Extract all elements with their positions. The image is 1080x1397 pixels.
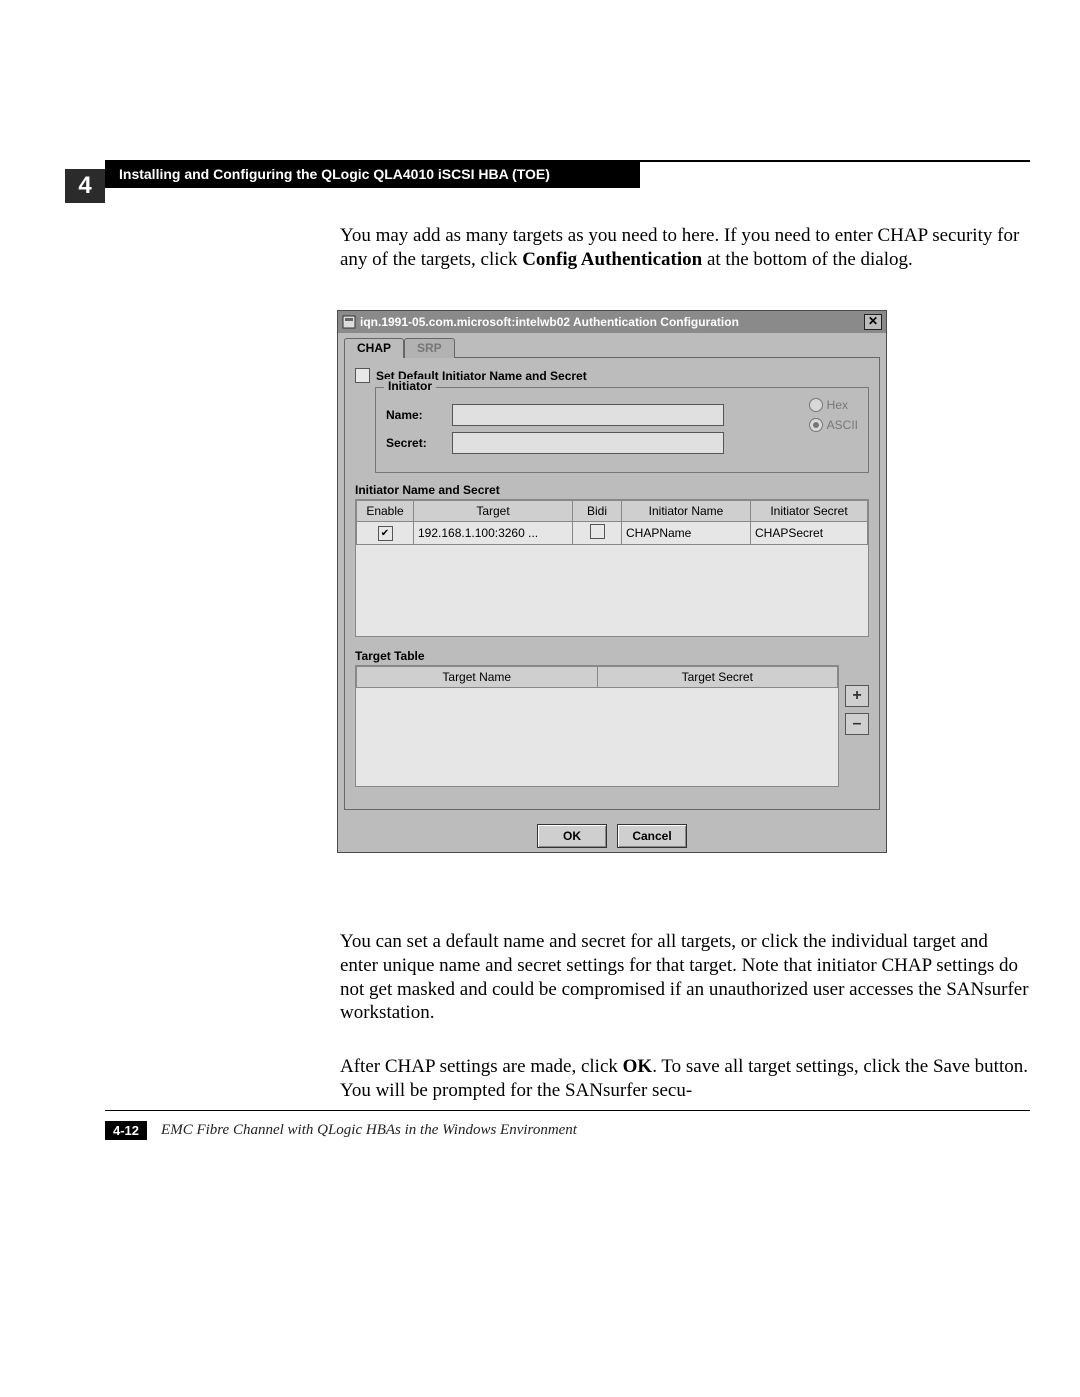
table-row[interactable]: ✔ 192.168.1.100:3260 ... CHAPName CHAPSe… bbox=[357, 522, 868, 545]
col-bidi[interactable]: Bidi bbox=[573, 501, 622, 522]
target-table-title: Target Table bbox=[355, 649, 869, 663]
row-enable-checkbox[interactable]: ✔ bbox=[378, 526, 393, 541]
app-icon bbox=[342, 315, 356, 329]
paragraph-1: You may add as many targets as you need … bbox=[340, 224, 1030, 272]
para1-b: Config Authentication bbox=[522, 249, 702, 270]
initiator-secret-input[interactable] bbox=[452, 432, 724, 454]
remove-target-button[interactable]: – bbox=[845, 713, 869, 735]
initiator-table-title: Initiator Name and Secret bbox=[355, 483, 869, 497]
page-number: 4-12 bbox=[105, 1121, 147, 1140]
encoding-radios: Hex ASCII bbox=[809, 398, 858, 460]
auth-config-dialog: iqn.1991-05.com.microsoft:intelwb02 Auth… bbox=[337, 310, 887, 853]
col-target[interactable]: Target bbox=[414, 501, 573, 522]
tab-bar: CHAP SRP bbox=[338, 333, 886, 357]
paragraph-3: After CHAP settings are made, click OK. … bbox=[340, 1055, 1030, 1103]
chapter-number: 4 bbox=[65, 169, 105, 203]
hex-label: Hex bbox=[827, 398, 848, 412]
row-bidi-checkbox[interactable] bbox=[590, 524, 605, 539]
target-table[interactable]: Target Name Target Secret bbox=[355, 665, 839, 787]
plus-icon: + bbox=[852, 687, 861, 705]
book-title: EMC Fibre Channel with QLogic HBAs in th… bbox=[161, 1122, 577, 1139]
initiator-groupbox: Initiator Name: Secret: bbox=[375, 387, 869, 473]
section-heading: Installing and Configuring the QLogic QL… bbox=[105, 160, 640, 188]
col-target-name[interactable]: Target Name bbox=[357, 667, 598, 688]
dialog-titlebar[interactable]: iqn.1991-05.com.microsoft:intelwb02 Auth… bbox=[338, 311, 886, 333]
ascii-radio[interactable] bbox=[809, 418, 823, 432]
default-initiator-checkbox[interactable] bbox=[355, 368, 370, 383]
cancel-button[interactable]: Cancel bbox=[617, 824, 687, 848]
dialog-title: iqn.1991-05.com.microsoft:intelwb02 Auth… bbox=[360, 311, 739, 333]
col-enable[interactable]: Enable bbox=[357, 501, 414, 522]
paragraph-2: You can set a default name and secret fo… bbox=[340, 930, 1030, 1025]
ok-button[interactable]: OK bbox=[537, 824, 607, 848]
row-initiator-name[interactable]: CHAPName bbox=[622, 522, 751, 545]
initiator-table[interactable]: Enable Target Bidi Initiator Name Initia… bbox=[355, 499, 869, 637]
ascii-label: ASCII bbox=[827, 418, 858, 432]
close-icon[interactable]: ✕ bbox=[864, 314, 882, 330]
col-initiator-secret[interactable]: Initiator Secret bbox=[751, 501, 868, 522]
col-initiator-name[interactable]: Initiator Name bbox=[622, 501, 751, 522]
chap-panel: Set Default Initiator Name and Secret In… bbox=[344, 357, 880, 810]
para1-c: at the bottom of the dialog. bbox=[702, 249, 913, 270]
row-target[interactable]: 192.168.1.100:3260 ... bbox=[414, 522, 573, 545]
initiator-name-label: Name: bbox=[386, 408, 442, 422]
hex-radio[interactable] bbox=[809, 398, 823, 412]
row-initiator-secret[interactable]: CHAPSecret bbox=[751, 522, 868, 545]
tab-srp[interactable]: SRP bbox=[404, 338, 455, 358]
para3-b: OK bbox=[623, 1056, 653, 1077]
para3-a: After CHAP settings are made, click bbox=[340, 1056, 623, 1077]
tab-chap[interactable]: CHAP bbox=[344, 338, 404, 358]
add-target-button[interactable]: + bbox=[845, 685, 869, 707]
initiator-legend: Initiator bbox=[384, 379, 436, 393]
col-target-secret[interactable]: Target Secret bbox=[597, 667, 838, 688]
initiator-secret-label: Secret: bbox=[386, 436, 442, 450]
initiator-name-input[interactable] bbox=[452, 404, 724, 426]
minus-icon: – bbox=[853, 715, 862, 733]
